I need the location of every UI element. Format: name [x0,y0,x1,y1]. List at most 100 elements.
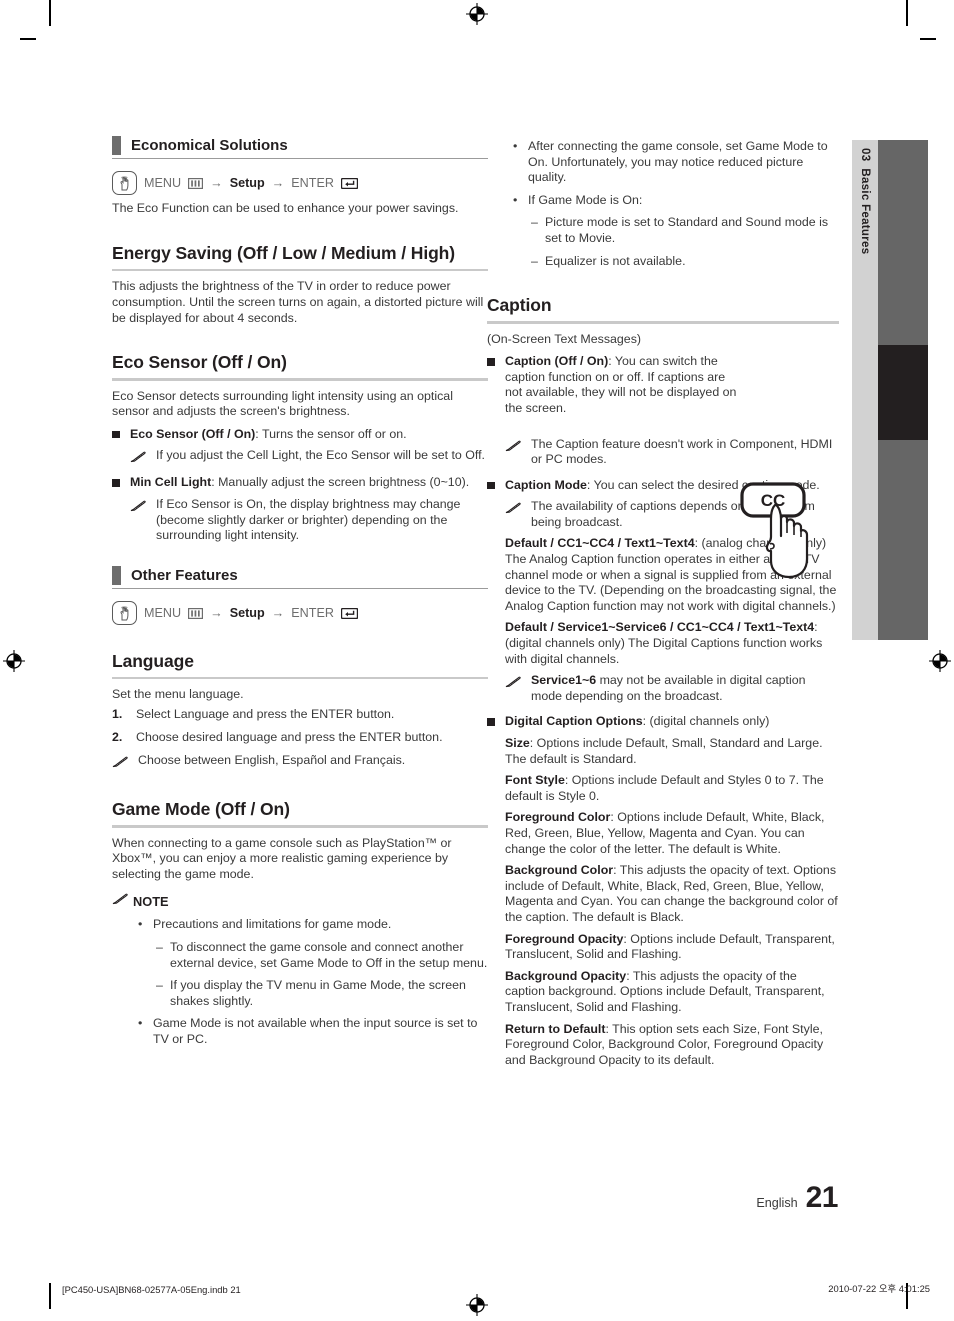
page-language-label: English [756,1196,798,1210]
list-item: • Precautions and limitations for game m… [138,917,488,933]
list-item: – If you display the TV menu in Game Mod… [156,978,488,1009]
dash-bullet-icon: – [156,978,163,993]
language-body: Set the menu language. [112,687,244,702]
registration-mark-top [466,3,488,25]
enter-return-icon [340,607,358,619]
note-heading: NOTE [112,892,488,910]
section-title: Other Features [131,566,238,584]
digital-option: Font Style: Options include Default and … [505,773,839,804]
tab-bar-lower [878,440,928,640]
note-pencil-icon [505,673,531,704]
tab-bar-upper [878,140,928,345]
note: If Eco Sensor is On, the display brightn… [130,497,488,544]
caption-item-label: Caption (Off / On) [505,354,609,369]
eco-sensor-item-1-note: If Eco Sensor is On, the display brightn… [156,496,461,543]
language-note: Choose between English, Español and Fran… [138,753,406,768]
subsection-eco-sensor: Eco Sensor (Off / On) Eco Sensor detects… [112,352,488,544]
energy-saving-heading: Energy Saving (Off / Low / Medium / High… [112,242,455,263]
eco-sensor-item-0: Eco Sensor (Off / On): Turns the sensor … [130,427,488,443]
section-economical-solutions: Economical Solutions MENU → Setup → ENTE… [112,136,488,217]
list-item: Digital Caption Options: (digital channe… [487,714,839,730]
menu-label: MENU [144,176,182,191]
eco-sensor-item-1: Min Cell Light: Manually adjust the scre… [130,475,488,491]
energy-saving-body: This adjusts the brightness of the TV in… [112,279,484,325]
dot-bullet-icon: • [138,1016,143,1031]
note: The Caption feature doesn't work in Comp… [505,437,839,468]
caption-subtitle: (On-Screen Text Messages) [487,331,642,346]
game-mode-heading: Game Mode (Off / On) [112,799,290,820]
chapter-number: 03 [859,148,871,162]
subsection-caption: Caption (On-Screen Text Messages) CC Cap… [487,295,839,1068]
dash-bullet-icon: – [156,940,163,955]
subsection-energy-saving: Energy Saving (Off / Low / Medium / High… [112,243,488,326]
digital-options-text: : (digital channels only) [642,714,770,729]
digital-option: Background Opacity: This adjusts the opa… [505,969,839,1016]
note: Service1~6 may not be available in digit… [505,673,839,704]
chapter-tab-bars [878,140,928,640]
list-item: 1. Select Language and press the ENTER b… [112,707,488,723]
caption-mode-label: Caption Mode [505,477,587,492]
eco-sensor-item-0-text: : Turns the sensor off or on. [255,426,407,441]
digital-option-0-label: Size [505,736,530,751]
caption-digital-block: Default / Service1~Service6 / CC1~CC4 / … [505,620,839,667]
game-mode-cont-1: If Game Mode is On: [528,192,643,207]
caption-item-note: The Caption feature doesn't work in Comp… [531,436,833,467]
eco-sensor-item-0-label: Eco Sensor (Off / On) [130,426,256,441]
language-rule [112,677,488,680]
section-marker-icon [112,136,121,155]
digital-option-6-label: Return to Default [505,1021,606,1036]
enter-label: ENTER [291,606,334,621]
eco-sensor-item-1-label: Min Cell Light [130,475,212,490]
menu-path-arrow-1: → [210,606,223,621]
caption-first-item-wrap: Caption (Off / On): You can switch the c… [487,354,745,416]
section-rule [112,587,488,590]
digital-option-1-label: Font Style [505,773,565,788]
menu-bars-icon [188,607,204,619]
note-pencil-icon [130,448,156,468]
digital-options-item: Digital Caption Options: (digital channe… [505,714,839,730]
manual-page: 03 Basic Features Economical Solutions M… [0,0,954,1321]
menu-path-arrow-2: → [271,176,285,191]
game-mode-body: When connecting to a game console such a… [112,835,452,881]
dot-bullet-icon: • [138,917,143,932]
note-label: NOTE [133,893,169,909]
caption-item: Caption (Off / On): You can switch the c… [505,354,745,416]
crop-mark-top-left-h [20,38,36,40]
square-bullet-icon [112,427,130,443]
caption-digital-label: Default / Service1~Service6 / CC1~CC4 / … [505,620,815,635]
game-mode-note-1: Game Mode is not available when the inpu… [153,1016,478,1046]
note-pencil-icon [112,892,129,910]
caption-digital-note: Service1~6 may not be available in digit… [531,673,839,704]
subsection-language: Language Set the menu language. 1. Selec… [112,651,488,773]
note-pencil-icon [505,437,531,468]
digital-option-4-label: Foreground Opacity [505,931,624,946]
note-pencil-icon [505,499,531,530]
menu-bars-icon [188,177,204,189]
section-header: Other Features [112,565,488,585]
note-pencil-icon [112,753,138,773]
language-heading: Language [112,651,194,672]
note-pencil-icon [130,497,156,544]
footer-file-info: [PC450-USA]BN68-02577A-05Eng.indb 21 [62,1284,241,1295]
game-mode-note-0: Precautions and limitations for game mod… [153,917,392,932]
digital-option: Foreground Color: Options include Defaul… [505,810,839,857]
registration-mark-bottom [466,1294,488,1316]
crop-mark-top-right-v [906,0,908,26]
digital-option: Size: Options include Default, Small, St… [505,736,839,767]
eco-sensor-heading: Eco Sensor (Off / On) [112,352,287,373]
eco-sensor-item-0-note: If you adjust the Cell Light, the Eco Se… [156,448,485,463]
caption-digital-note-label: Service1~6 [531,673,597,688]
game-mode-note-0-subs: – To disconnect the game console and con… [156,940,488,1009]
language-step-1: Choose desired language and press the EN… [136,729,443,744]
enter-return-icon [340,177,358,189]
game-mode-continued: • After connecting the game console, set… [513,139,839,269]
list-item: • Game Mode is not available when the in… [138,1016,488,1047]
eco-sensor-item-1-text: : Manually adjust the screen brightness … [211,475,470,490]
energy-saving-rule [112,268,488,272]
economical-intro: The Eco Function can be used to enhance … [112,201,459,216]
enter-label: ENTER [291,176,334,191]
step-number: 1. [112,707,123,722]
section-rule [112,158,488,160]
crop-mark-top-right-h [920,38,936,40]
digital-option: Background Color: This adjusts the opaci… [505,863,839,925]
